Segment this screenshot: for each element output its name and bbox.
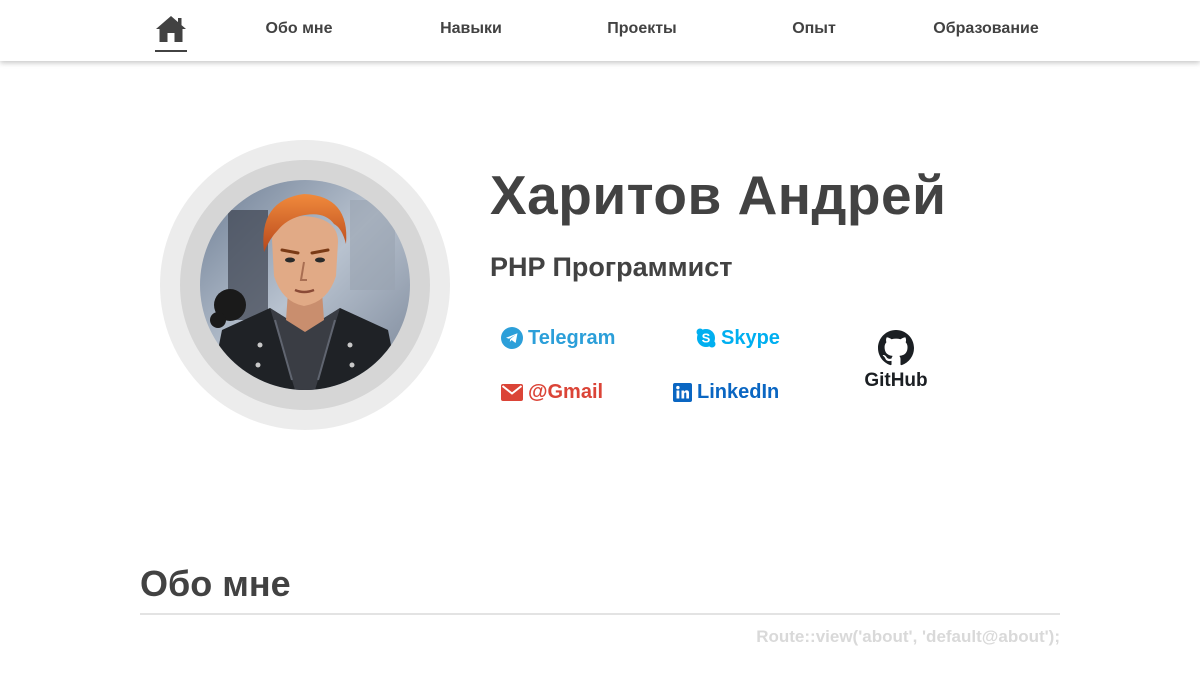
avatar-illustration	[200, 180, 410, 390]
nav-item-education[interactable]: Образование	[920, 20, 1052, 42]
linkedin-icon	[673, 382, 692, 402]
linkedin-link[interactable]: LinkedIn	[673, 379, 779, 405]
nav-home-link[interactable]	[153, 12, 189, 52]
avatar	[200, 180, 410, 390]
envelope-icon	[501, 383, 523, 401]
gmail-label: @Gmail	[528, 380, 604, 403]
linkedin-label: LinkedIn	[697, 380, 780, 403]
telegram-link[interactable]: Telegram	[501, 325, 615, 351]
route-code-text: Route::view('about', 'default@about');	[756, 627, 1060, 646]
skype-link[interactable]: S Skype	[696, 325, 780, 351]
profile-name: Харитов Андрей	[490, 164, 947, 226]
github-icon	[878, 330, 914, 366]
telegram-label: Telegram	[528, 326, 616, 349]
nav-item-projects[interactable]: Проекты	[592, 20, 692, 42]
top-navbar: Обо мне Навыки Проекты Опыт Образование	[0, 0, 1200, 61]
github-label: GitHub	[864, 370, 928, 391]
nav-item-experience[interactable]: Опыт	[780, 20, 848, 42]
telegram-icon	[501, 327, 523, 349]
skype-icon: S	[696, 328, 716, 348]
section-divider	[140, 613, 1060, 615]
nav-item-skills[interactable]: Навыки	[425, 20, 517, 42]
active-nav-underline	[155, 50, 187, 52]
profile-role: PHP Программист	[490, 252, 733, 282]
skype-label: Skype	[721, 326, 780, 349]
nav-item-about[interactable]: Обо мне	[254, 20, 344, 42]
home-icon	[156, 16, 186, 42]
about-section-title: Обо мне	[140, 563, 291, 604]
gmail-link[interactable]: @Gmail	[501, 379, 603, 405]
svg-text:S: S	[702, 331, 711, 346]
github-link[interactable]: GitHub	[855, 330, 937, 400]
avatar-ring-inner	[180, 160, 430, 410]
avatar-ring	[160, 140, 450, 430]
